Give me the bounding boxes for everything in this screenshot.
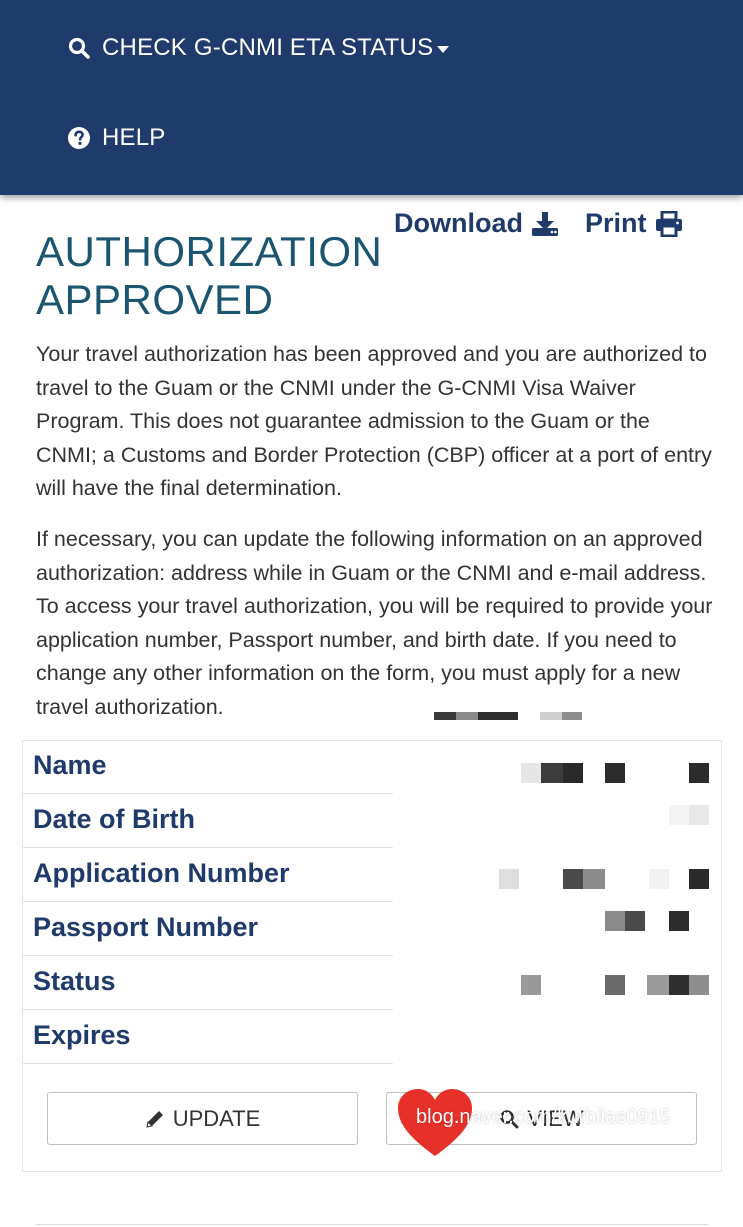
redaction-block (605, 911, 625, 931)
update-button-label: UPDATE (172, 1105, 261, 1131)
detail-row-passport-number: Passport Number (23, 903, 393, 956)
detail-row-application-number: Application Number (23, 849, 393, 902)
redaction-block (562, 712, 582, 720)
redaction-block (541, 763, 563, 783)
redaction-block (689, 869, 709, 889)
update-button[interactable]: UPDATE (47, 1092, 358, 1145)
redaction-block (521, 975, 541, 995)
redaction-block (625, 911, 645, 931)
redaction-block (669, 805, 689, 825)
watermark-text: blog.naver.com/kurbilas0915 (416, 1106, 671, 1128)
page-actions: Download Print (394, 208, 683, 239)
detail-row-status: Status (23, 957, 393, 1010)
divider (36, 1224, 708, 1225)
print-link[interactable]: Print (585, 208, 683, 239)
detail-label: Name (33, 750, 107, 780)
redaction-block (647, 975, 669, 995)
redaction-block (478, 712, 518, 720)
pencil-icon (145, 1109, 165, 1129)
download-label: Download (394, 208, 523, 238)
redaction-block (499, 869, 519, 889)
redaction-block (689, 975, 709, 995)
approval-message: Your travel authorization has been appro… (36, 342, 712, 501)
redaction-block (521, 763, 541, 783)
update-instructions: If necessary, you can update the followi… (36, 527, 713, 719)
redaction-block (563, 763, 583, 783)
redaction-block (689, 805, 709, 825)
nav-help-label: HELP (102, 124, 166, 151)
redaction-block (540, 712, 562, 720)
nav-check-status[interactable]: CHECK G-CNMI ETA STATUS (66, 34, 450, 62)
search-icon (66, 35, 92, 61)
nav-help[interactable]: HELP (66, 124, 166, 152)
download-icon (531, 211, 559, 237)
redaction-block (434, 712, 456, 720)
page-title-line1: AUTHORIZATION (36, 228, 383, 275)
redaction-block (605, 975, 625, 995)
detail-label: Date of Birth (33, 804, 195, 834)
question-circle-icon (66, 125, 92, 151)
detail-row-expires: Expires (23, 1011, 393, 1064)
print-icon (655, 210, 683, 237)
print-label: Print (585, 208, 647, 238)
redaction-block (583, 869, 605, 889)
nav-check-status-label: CHECK G-CNMI ETA STATUS (102, 34, 434, 61)
detail-row-name: Name (23, 741, 393, 794)
redaction-block (605, 763, 625, 783)
chevron-down-icon (437, 45, 450, 53)
detail-label: Application Number (33, 858, 290, 888)
download-link[interactable]: Download (394, 208, 559, 239)
detail-row-dob: Date of Birth (23, 795, 393, 848)
page-title-line2: APPROVED (36, 276, 274, 323)
redaction-block (563, 869, 583, 889)
page-title: AUTHORIZATION APPROVED (36, 228, 396, 324)
top-navigation: CHECK G-CNMI ETA STATUS HELP (0, 0, 743, 195)
redaction-block (456, 712, 478, 720)
detail-label: Passport Number (33, 912, 259, 942)
detail-label: Expires (33, 1020, 131, 1050)
redaction-block (689, 763, 709, 783)
redaction-block (649, 869, 669, 889)
redaction-block (669, 911, 689, 931)
detail-label: Status (33, 966, 116, 996)
redaction-block (669, 975, 689, 995)
